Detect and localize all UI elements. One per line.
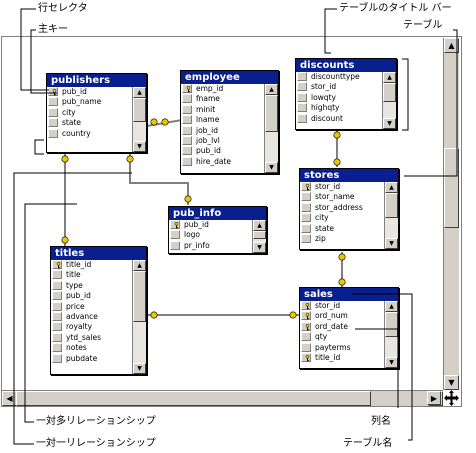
callout-leader-lines	[13, 8, 458, 445]
